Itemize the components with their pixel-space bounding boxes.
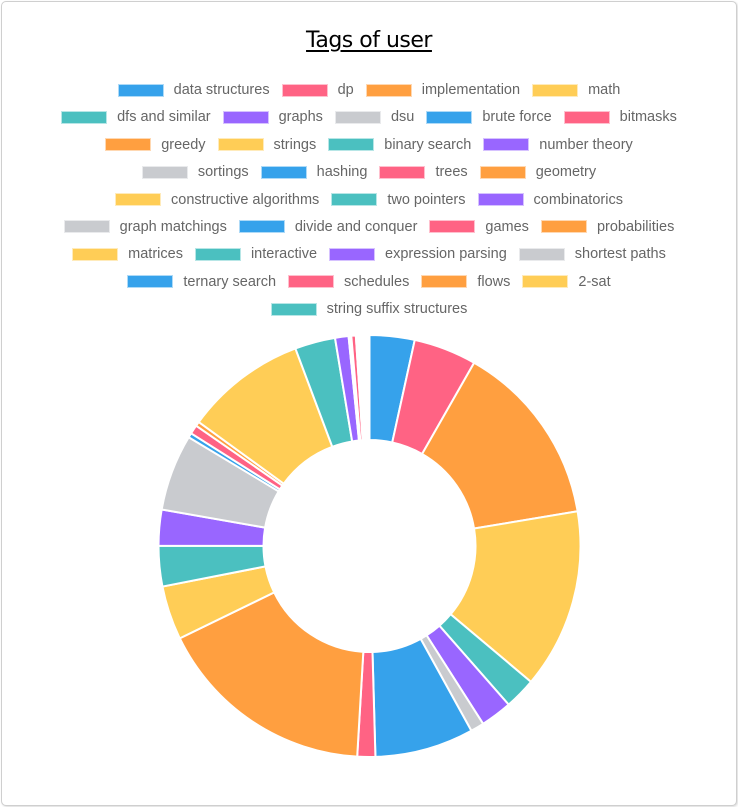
donut-chart <box>157 333 582 758</box>
donut-slice-string-suffix-structures[interactable] <box>367 333 371 442</box>
